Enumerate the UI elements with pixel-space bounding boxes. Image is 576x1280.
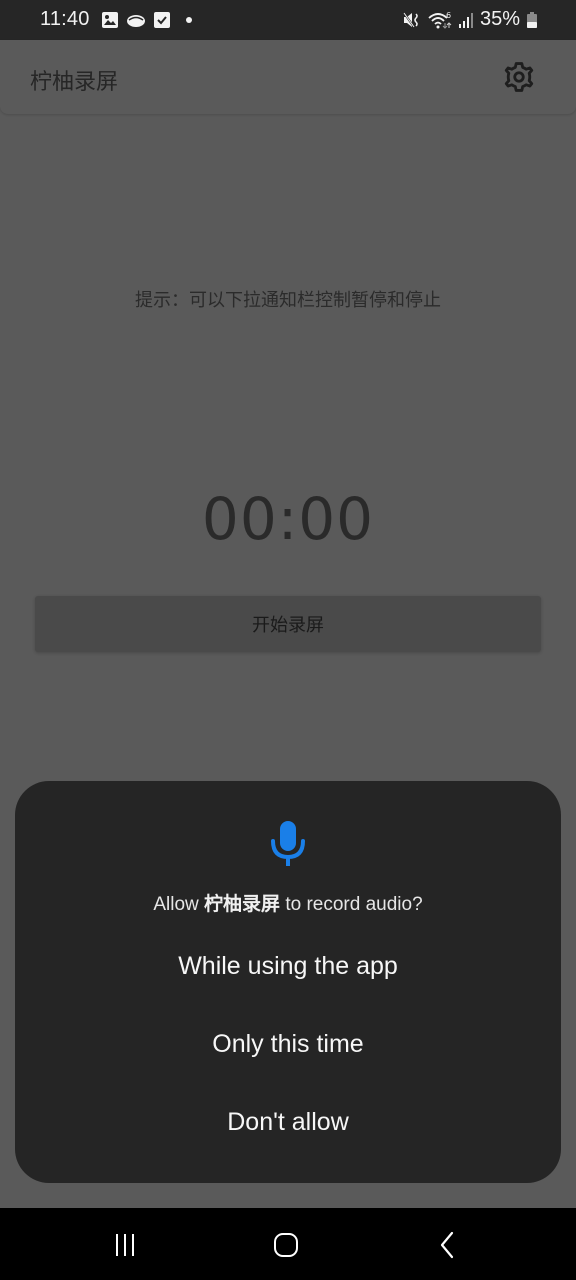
settings-button[interactable] bbox=[502, 60, 536, 94]
permission-dialog: Allow 柠柚录屏 to record audio? While using … bbox=[15, 781, 561, 1183]
recording-timer: 00:00 bbox=[201, 485, 375, 553]
signal-icon bbox=[458, 12, 473, 28]
status-time: 11:40 bbox=[40, 8, 90, 30]
home-button[interactable] bbox=[264, 1226, 308, 1266]
gear-icon bbox=[504, 62, 534, 92]
checkbox-app-icon bbox=[153, 11, 170, 28]
message-app-name: 柠柚录屏 bbox=[204, 894, 281, 915]
status-right: 6 35% bbox=[402, 8, 538, 31]
start-recording-button[interactable]: 开始录屏 bbox=[35, 596, 541, 652]
app-title: 柠柚录屏 bbox=[30, 69, 119, 94]
svg-text:6: 6 bbox=[446, 11, 451, 20]
message-suffix: to record audio? bbox=[280, 894, 423, 915]
message-prefix: Allow bbox=[153, 894, 205, 915]
dont-allow-button[interactable]: Don't allow bbox=[45, 1092, 531, 1152]
status-bar: 11:40 6 35% bbox=[0, 0, 576, 40]
recents-icon bbox=[116, 1234, 134, 1256]
home-icon bbox=[274, 1233, 298, 1257]
app-bar: 柠柚录屏 bbox=[0, 40, 576, 114]
only-this-time-button[interactable]: Only this time bbox=[45, 1014, 531, 1074]
while-using-app-button[interactable]: While using the app bbox=[45, 936, 531, 996]
mute-vibrate-icon bbox=[403, 11, 418, 28]
back-icon bbox=[440, 1231, 454, 1259]
dialog-message: Allow 柠柚录屏 to record audio? bbox=[15, 889, 561, 916]
gallery-icon bbox=[101, 11, 118, 28]
hint-text: 提示：可以下拉通知栏控制暂停和停止 bbox=[135, 290, 441, 310]
microphone-icon bbox=[271, 821, 305, 866]
cloud-app-icon bbox=[126, 14, 145, 27]
status-left: 11:40 bbox=[40, 8, 192, 31]
battery-icon bbox=[527, 11, 537, 28]
battery-percent: 35% bbox=[479, 8, 520, 30]
navigation-bar bbox=[0, 1208, 576, 1280]
recents-button[interactable] bbox=[103, 1226, 147, 1266]
notification-dot bbox=[185, 16, 192, 23]
back-button[interactable] bbox=[425, 1226, 469, 1266]
wifi-6-icon: 6 bbox=[428, 11, 452, 29]
